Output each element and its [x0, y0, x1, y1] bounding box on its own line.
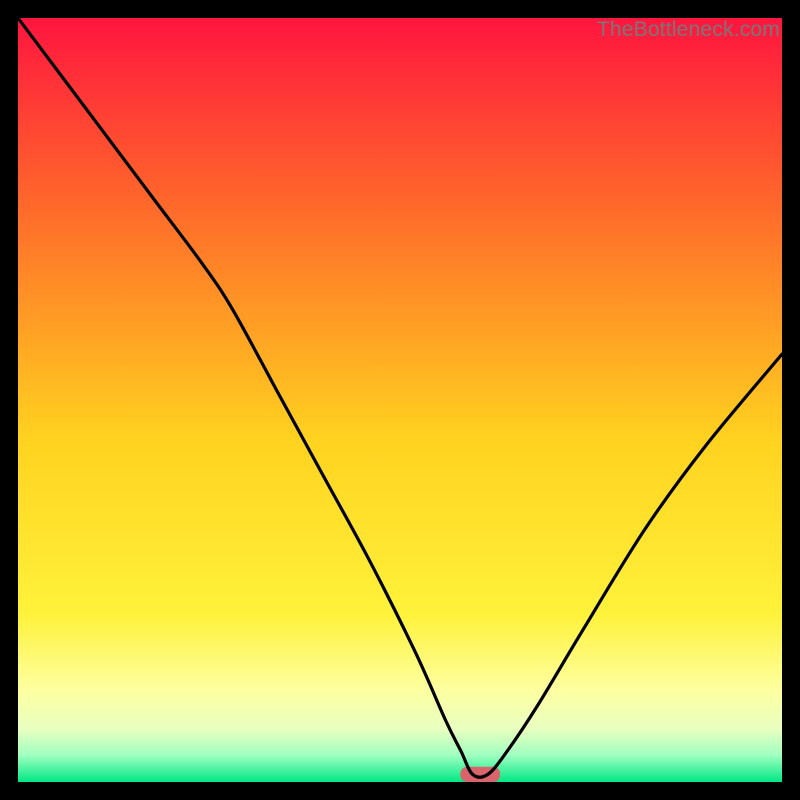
- chart-frame: TheBottleneck.com: [18, 18, 782, 782]
- watermark-text: TheBottleneck.com: [597, 18, 780, 42]
- gradient-background: [18, 18, 782, 782]
- chart-canvas: [18, 18, 782, 782]
